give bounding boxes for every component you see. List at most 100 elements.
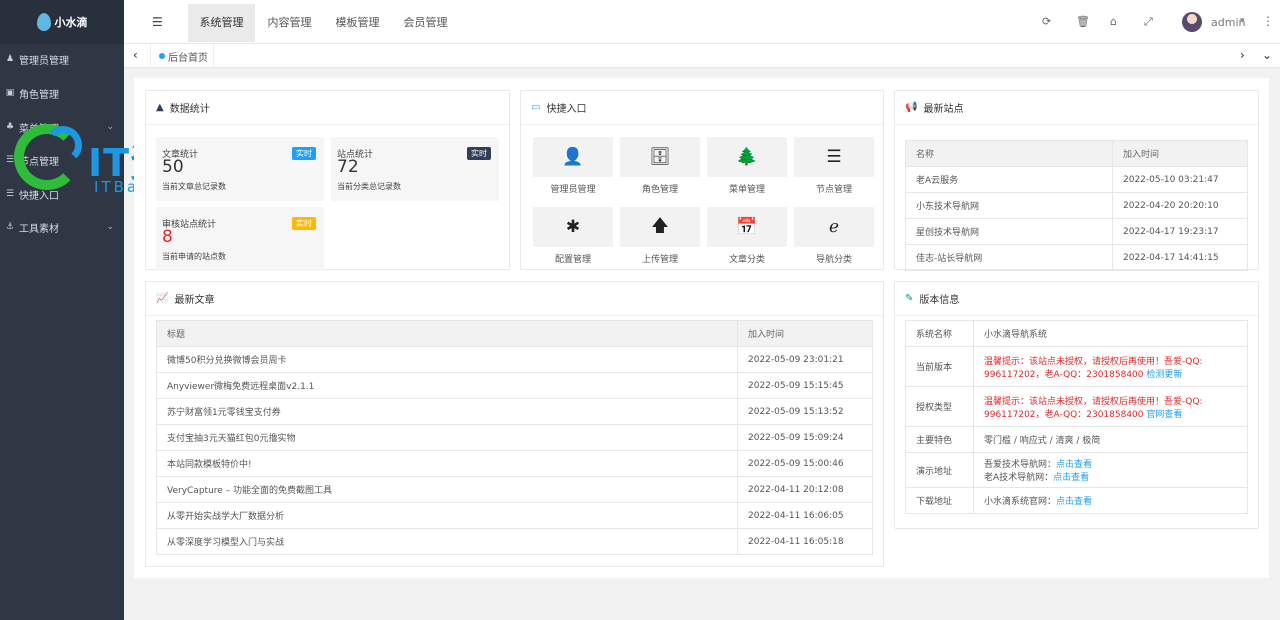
tab-scroll-left-icon[interactable]: ‹ xyxy=(133,48,138,62)
sidebar-item-0[interactable]: ♟ 管理员管理 xyxy=(0,42,124,76)
row-title[interactable]: 老A云服务 xyxy=(905,166,1113,193)
table-row[interactable]: 从零深度学习模型入门与实战 2022-04-11 16:05:18 xyxy=(156,528,873,555)
row-title[interactable]: 星创技术导航网 xyxy=(905,218,1113,245)
sites-table: 名称 加入时间 老A云服务 2022-05-10 03:21:47 小东技术导航网 20… xyxy=(905,140,1248,271)
more-vertical-icon[interactable]: ⋮ xyxy=(1262,14,1274,28)
row-date: 2022-04-17 14:41:15 xyxy=(1112,244,1248,271)
check-link[interactable]: 检测更新 xyxy=(1146,370,1182,380)
row-date: 2022-05-09 15:15:45 xyxy=(737,372,873,399)
row-title[interactable]: 本站同款模板特价中! xyxy=(156,450,738,477)
view-link[interactable]: 点击查看 xyxy=(1056,497,1092,507)
quick-entry-label[interactable]: 上传管理 xyxy=(620,252,700,265)
row-date: 2022-05-10 03:21:47 xyxy=(1112,166,1248,193)
user-icon[interactable]: 👤 xyxy=(533,137,613,177)
arrow-up-icon[interactable]: 🡅 xyxy=(620,207,700,247)
table-row[interactable]: 本站同款模板特价中! 2022-05-09 15:00:46 xyxy=(156,450,873,477)
row-title[interactable]: 支付宝抽3元天猫红包0元撸实物 xyxy=(156,424,738,451)
row-date: 2022-05-09 15:13:52 xyxy=(737,398,873,425)
version-info-card: ✎ 版本信息 系统名称 小水滴导航系统 当前版本 温馨提示：该站点未授权，请授权后再使… xyxy=(894,281,1259,529)
version-row: 下载地址 小水滴系统官网：点击查看 xyxy=(905,487,1248,514)
row-title[interactable]: VeryCapture – 功能全面的免费截图工具 xyxy=(156,476,738,503)
role-icon[interactable]: 🗄 xyxy=(620,137,700,177)
top-tab-3[interactable]: 会员管理 xyxy=(392,4,459,42)
table-row[interactable]: 苏宁财富领1元零钱宝支付券 2022-05-09 15:13:52 xyxy=(156,398,873,425)
quick-entry-label[interactable]: 文章分类 xyxy=(707,252,787,265)
active-dot-icon xyxy=(159,53,165,59)
version-value: 温馨提示：该站点未授权，请授权后再使用！吾爱-QQ: 996117202，老A-… xyxy=(973,386,1248,427)
tab-home[interactable]: 后台首页 xyxy=(150,44,214,68)
home-icon[interactable]: ⌂ xyxy=(1110,15,1117,28)
table-row[interactable]: 支付宝抽3元天猫红包0元撸实物 2022-05-09 15:09:24 xyxy=(156,424,873,451)
quick-entry-label[interactable]: 导航分类 xyxy=(794,252,874,265)
calendar-check-icon[interactable]: 📅 xyxy=(707,207,787,247)
asterisk-icon[interactable]: ✱ xyxy=(533,207,613,247)
latest-sites-card: 📢 最新站点 名称 加入时间 老A云服务 2022-05-10 03:21:47 小东… xyxy=(894,90,1259,271)
megaphone-icon: 📢 xyxy=(905,102,918,113)
refresh-icon[interactable]: ⟳ xyxy=(1042,15,1051,28)
avatar[interactable] xyxy=(1182,12,1202,32)
tree-icon[interactable]: 🌲 xyxy=(707,137,787,177)
version-key: 当前版本 xyxy=(905,346,974,387)
row-date: 2022-04-11 20:12:08 xyxy=(737,476,873,503)
quick-entry-label[interactable]: 角色管理 xyxy=(620,182,700,195)
quick-entry-label[interactable]: 节点管理 xyxy=(794,182,874,195)
trash-icon[interactable]: 🗑 xyxy=(1076,15,1090,28)
row-date: 2022-05-09 23:01:21 xyxy=(737,346,873,373)
sidebar-item-3[interactable]: ☰ 节点管理 xyxy=(0,143,124,177)
top-tab-2[interactable]: 模板管理 xyxy=(324,4,391,42)
logo[interactable]: 小水滴 xyxy=(0,0,124,44)
tab-menu-chevron-icon[interactable]: ⌄ xyxy=(1262,48,1272,62)
column-header: 标题 xyxy=(156,320,738,347)
table-row[interactable]: Anyviewer微梅免费远程桌面v2.1.1 2022-05-09 15:15:… xyxy=(156,372,873,399)
fullscreen-icon[interactable]: ⤢ xyxy=(1144,15,1153,29)
sidebar-item-5[interactable]: ⚓ 工具素材 ⌄ xyxy=(0,210,124,244)
quick-entry-label[interactable]: 管理员管理 xyxy=(533,182,613,195)
user-icon: ♟ xyxy=(5,54,15,64)
list-icon: ☰ xyxy=(5,155,15,165)
table-row[interactable]: 老A云服务 2022-05-10 03:21:47 xyxy=(905,166,1248,193)
row-title[interactable]: 佳志-站长导航网 xyxy=(905,244,1113,271)
sidebar-item-4[interactable]: ☰ 快捷入口 xyxy=(0,177,124,211)
sidebar-item-2[interactable]: ♣ 菜单管理 ⌄ xyxy=(0,110,124,144)
row-date: 2022-05-09 15:09:24 xyxy=(737,424,873,451)
row-title[interactable]: 从零深度学习模型入门与实战 xyxy=(156,528,738,555)
version-row: 系统名称 小水滴导航系统 xyxy=(905,320,1248,347)
quick-entry-label[interactable]: 配置管理 xyxy=(533,252,613,265)
menu-toggle-icon[interactable]: ☰ xyxy=(152,15,163,29)
site-label: 老A技术导航网： xyxy=(984,473,1054,483)
role-icon: ▣ xyxy=(5,88,15,98)
page-scrollbar[interactable] xyxy=(1269,68,1280,578)
top-tab-1[interactable]: 内容管理 xyxy=(256,4,323,42)
top-tab-0[interactable]: 系统管理 xyxy=(188,4,255,42)
table-row[interactable]: 小东技术导航网 2022-04-20 20:20:10 xyxy=(905,192,1248,219)
latest-articles-card: 📈 最新文章 标题 加入时间 微博50积分兑换微博会员周卡 2022-05-09 2… xyxy=(145,281,884,567)
row-title[interactable]: 小东技术导航网 xyxy=(905,192,1113,219)
site-label: 小水滴系统官网： xyxy=(984,497,1057,507)
table-row[interactable]: 微博50积分兑换微博会员周卡 2022-05-09 23:01:21 xyxy=(156,346,873,373)
caret-down-icon[interactable]: ▾ xyxy=(1240,16,1245,26)
stat-value: 50 xyxy=(162,157,184,177)
main-content: ▲ 数据统计 文章统计 50 当前文章总记录数 实时 站点统计 72 当前分类总记录数 实时审… xyxy=(134,78,1269,578)
view-link[interactable]: 点击查看 xyxy=(1056,460,1092,470)
sidebar-item-1[interactable]: ▣ 角色管理 xyxy=(0,76,124,110)
list-icon[interactable]: ☰ xyxy=(794,137,874,177)
version-row: 授权类型 温馨提示：该站点未授权，请授权后再使用！吾爱-QQ: 996117202… xyxy=(905,386,1248,427)
sidebar-item-label: 快捷入口 xyxy=(19,190,59,202)
table-row[interactable]: 从零开始实战学大厂数据分析 2022-04-11 16:06:05 xyxy=(156,502,873,529)
row-title[interactable]: 微博50积分兑换微博会员周卡 xyxy=(156,346,738,373)
version-value: 温馨提示：该站点未授权，请授权后再使用！吾爱-QQ: 996117202，老A-… xyxy=(973,346,1248,387)
stat-sub: 当前文章总记录数 xyxy=(162,182,226,191)
row-title[interactable]: Anyviewer微梅免费远程桌面v2.1.1 xyxy=(156,372,738,399)
edge-icon[interactable]: ℯ xyxy=(794,207,874,247)
table-row[interactable]: 星创技术导航网 2022-04-17 19:23:17 xyxy=(905,218,1248,245)
check-link[interactable]: 官网查看 xyxy=(1146,410,1182,420)
version-row: 当前版本 温馨提示：该站点未授权，请授权后再使用！吾爱-QQ: 996117202… xyxy=(905,346,1248,387)
row-date: 2022-04-11 16:05:18 xyxy=(737,528,873,555)
view-link[interactable]: 点击查看 xyxy=(1053,473,1089,483)
table-row[interactable]: 佳志-站长导航网 2022-04-17 14:41:15 xyxy=(905,244,1248,271)
row-title[interactable]: 苏宁财富领1元零钱宝支付券 xyxy=(156,398,738,425)
table-row[interactable]: VeryCapture – 功能全面的免费截图工具 2022-04-11 20:1… xyxy=(156,476,873,503)
tab-scroll-right-icon[interactable]: › xyxy=(1240,48,1245,62)
quick-entry-label[interactable]: 菜单管理 xyxy=(707,182,787,195)
row-title[interactable]: 从零开始实战学大厂数据分析 xyxy=(156,502,738,529)
